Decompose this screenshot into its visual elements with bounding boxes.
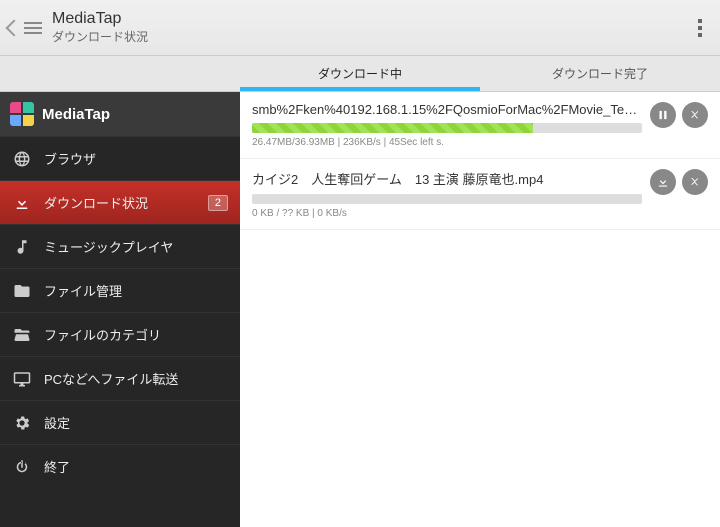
progress-bar (252, 194, 642, 204)
sidebar-item-settings[interactable]: 設定 (0, 400, 240, 444)
title-block: MediaTap ダウンロード状況 (52, 10, 688, 45)
sidebar-item-file-manager[interactable]: ファイル管理 (0, 268, 240, 312)
downloads-badge: 2 (208, 195, 228, 211)
pause-icon (656, 108, 670, 122)
cancel-button[interactable] (682, 169, 708, 195)
sidebar-item-file-categories[interactable]: ファイルのカテゴリ (0, 312, 240, 356)
overflow-dot-icon (698, 19, 702, 23)
download-stats: 26.47MB/36.93MB | 236KB/s | 45Sec left s… (252, 137, 642, 148)
globe-icon (12, 149, 32, 169)
music-note-icon (12, 237, 32, 257)
sidebar-item-label: 終了 (44, 457, 70, 476)
sidebar-item-pc-transfer[interactable]: PCなどへファイル転送 (0, 356, 240, 400)
app-subtitle: ダウンロード状況 (52, 28, 688, 45)
sidebar-item-label: ファイル管理 (44, 281, 122, 300)
folder-icon (12, 281, 32, 301)
pause-button[interactable] (650, 102, 676, 128)
start-download-button[interactable] (650, 169, 676, 195)
overflow-menu-button[interactable] (688, 19, 712, 37)
sidebar-header: MediaTap (0, 92, 240, 136)
progress-fill (252, 123, 533, 133)
gear-icon (12, 413, 32, 433)
folder-open-icon (12, 325, 32, 345)
app-logo-icon (10, 102, 34, 126)
nav-drawer-toggle[interactable] (8, 22, 42, 34)
sidebar-item-label: ミュージックプレイヤ (44, 237, 173, 256)
sidebar-item-downloads[interactable]: ダウンロード状況 2 (0, 180, 240, 224)
sidebar: MediaTap ブラウザ ダウンロード状況 2 ミュージックプレイヤ ファイル… (0, 92, 240, 527)
overflow-dot-icon (698, 33, 702, 37)
tab-bar: ダウンロード中 ダウンロード完了 (0, 56, 720, 92)
monitor-icon (12, 369, 32, 389)
sidebar-item-label: ファイルのカテゴリ (44, 325, 161, 344)
sidebar-item-label: ダウンロード状況 (44, 193, 148, 212)
progress-bar (252, 123, 642, 133)
sidebar-item-label: 設定 (44, 413, 70, 432)
sidebar-item-exit[interactable]: 終了 (0, 444, 240, 488)
download-filename: smb%2Fken%40192.168.1.15%2FQosmioForMac%… (252, 102, 642, 117)
download-icon (12, 193, 32, 213)
download-filename: カイジ2 人生奪回ゲーム 13 主演 藤原竜也.mp4 (252, 169, 642, 188)
overflow-dot-icon (698, 26, 702, 30)
cancel-button[interactable] (682, 102, 708, 128)
sidebar-item-music-player[interactable]: ミュージックプレイヤ (0, 224, 240, 268)
sidebar-title: MediaTap (42, 106, 110, 123)
sidebar-item-label: ブラウザ (44, 149, 96, 168)
close-icon (688, 175, 702, 189)
download-arrow-icon (656, 175, 670, 189)
download-item: smb%2Fken%40192.168.1.15%2FQosmioForMac%… (240, 92, 720, 159)
power-icon (12, 457, 32, 477)
sidebar-item-label: PCなどへファイル転送 (44, 369, 178, 388)
tab-completed[interactable]: ダウンロード完了 (480, 56, 720, 91)
app-header: MediaTap ダウンロード状況 (0, 0, 720, 56)
download-stats: 0 KB / ?? KB | 0 KB/s (252, 208, 642, 219)
tab-downloading[interactable]: ダウンロード中 (240, 56, 480, 91)
app-title: MediaTap (52, 10, 688, 28)
hamburger-icon (24, 22, 42, 34)
download-item: カイジ2 人生奪回ゲーム 13 主演 藤原竜也.mp4 0 KB / ?? KB… (240, 159, 720, 230)
close-icon (688, 108, 702, 122)
download-list: smb%2Fken%40192.168.1.15%2FQosmioForMac%… (240, 92, 720, 527)
sidebar-item-browser[interactable]: ブラウザ (0, 136, 240, 180)
back-arrow-icon (6, 19, 23, 36)
